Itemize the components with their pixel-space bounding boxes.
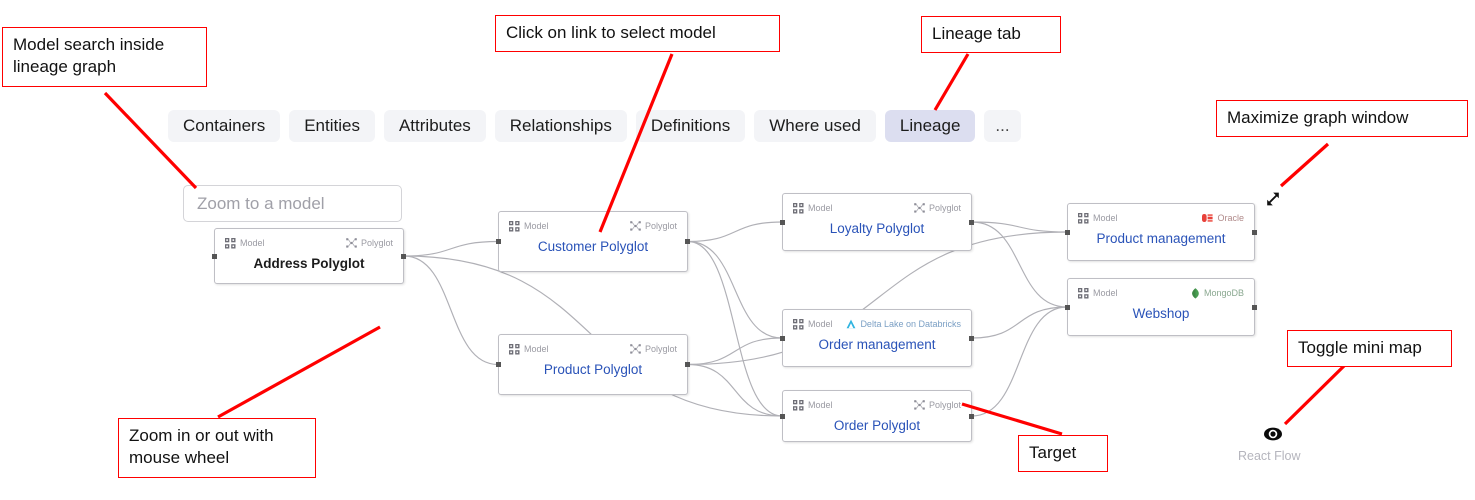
lineage-screen: Model Polyglot Address Polyglot Model Polygl… [0, 0, 1475, 500]
annotation-lineage-tab: Lineage tab [921, 16, 1061, 54]
annotation-pointer-target [961, 402, 1063, 436]
annotation-target: Target [1018, 435, 1108, 473]
annotation-pointer-model-search [103, 91, 198, 190]
annotation-pointer-click-link [598, 53, 674, 233]
annotation-click-link: Click on link to select model [495, 15, 780, 53]
annotation-maximize-graph: Maximize graph window [1216, 100, 1468, 138]
annotation-pointer-toggle-mini-map [1283, 362, 1348, 426]
annotation-zoom-wheel: Zoom in or out with mouse wheel [118, 418, 316, 478]
annotation-pointer-lineage-tab [933, 53, 970, 111]
annotation-model-search: Model search inside lineage graph [2, 27, 207, 87]
annotation-pointer-zoom-wheel [217, 325, 381, 419]
annotation-pointer-maximize-graph [1279, 142, 1330, 188]
annotation-toggle-mini-map: Toggle mini map [1287, 330, 1452, 368]
